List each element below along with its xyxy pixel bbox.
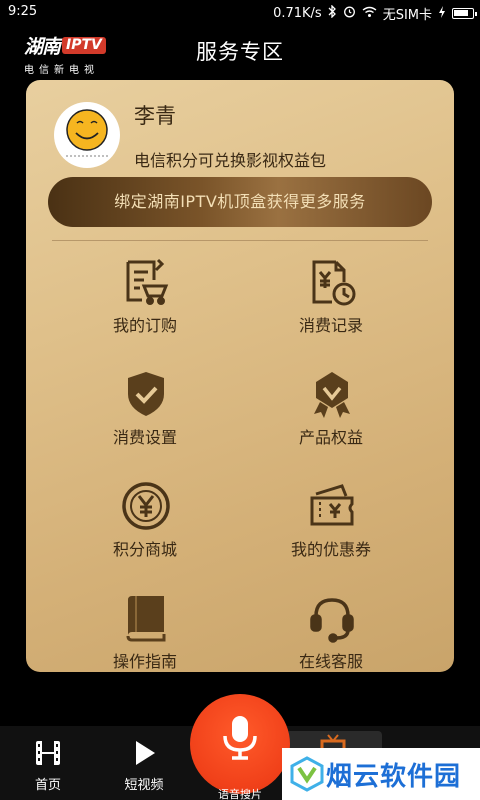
- service-card: 李青 电信积分可兑换影视权益包 绑定湖南IPTV机顶盒获得更多服务 我的订购 消…: [26, 80, 454, 672]
- sim-status: 无SIM卡: [382, 8, 432, 23]
- status-icons: 0.71K/s 无SIM卡: [273, 4, 477, 23]
- voice-search-button[interactable]: [190, 694, 290, 794]
- divider: [52, 240, 428, 241]
- status-time: 9:25: [8, 4, 38, 19]
- app-screen: 9:25 0.71K/s 无SIM卡 湖南 IPTV 电信新电视 服务专区 李青…: [0, 0, 480, 800]
- film-icon: [33, 738, 63, 768]
- charging-icon: [438, 5, 446, 22]
- header: 湖南 IPTV 电信新电视 服务专区: [0, 24, 480, 76]
- nav-short-video[interactable]: 短视频: [96, 726, 192, 800]
- grid-label: 在线客服: [298, 652, 363, 671]
- page-title: 服务专区: [196, 40, 284, 64]
- status-bar: 9:25 0.71K/s 无SIM卡: [0, 0, 480, 24]
- network-speed: 0.71K/s: [273, 6, 322, 21]
- yen-coin-icon: [120, 480, 172, 532]
- grid-label: 积分商城: [112, 540, 177, 559]
- grid-label: 操作指南: [112, 652, 177, 671]
- grid-my-coupons[interactable]: 我的优惠券: [256, 480, 406, 570]
- grid-online-service[interactable]: 在线客服: [256, 592, 406, 682]
- avatar[interactable]: [54, 102, 120, 168]
- headset-icon: [306, 592, 358, 644]
- grid-points-mall[interactable]: 积分商城: [70, 480, 220, 570]
- consumption-record-icon: [306, 256, 358, 308]
- nav-label: 首页: [34, 778, 61, 793]
- grid-label: 我的订购: [112, 316, 177, 335]
- grid-label: 消费记录: [298, 316, 363, 335]
- grid-consumption-settings[interactable]: 消费设置: [70, 368, 220, 458]
- grid-my-orders[interactable]: 我的订购: [70, 256, 220, 346]
- medal-badge-icon: [306, 368, 358, 420]
- user-name: 李青: [134, 104, 176, 128]
- coupon-wallet-icon: [306, 480, 358, 532]
- voice-search-label: 语音搜片: [218, 788, 262, 800]
- watermark-text: 烟云软件园: [326, 762, 462, 792]
- grid-label: 产品权益: [298, 428, 363, 447]
- grid-user-guide[interactable]: 操作指南: [70, 592, 220, 682]
- play-icon: [129, 738, 159, 768]
- wifi-icon: [362, 6, 377, 22]
- alarm-icon: [343, 5, 356, 22]
- shopping-list-icon: [120, 256, 172, 308]
- bluetooth-icon: [328, 4, 337, 22]
- grid-label: 消费设置: [112, 428, 177, 447]
- grid-consumption-record[interactable]: 消费记录: [256, 256, 406, 346]
- book-icon: [120, 592, 172, 644]
- grid-label: 我的优惠券: [290, 540, 371, 559]
- shield-check-icon: [120, 368, 172, 420]
- grid-product-rights[interactable]: 产品权益: [256, 368, 406, 458]
- bind-stb-button[interactable]: 绑定湖南IPTV机顶盒获得更多服务: [48, 177, 432, 227]
- microphone-icon: [220, 714, 260, 768]
- nav-label: 短视频: [124, 778, 164, 793]
- watermark-logo-icon: [290, 756, 324, 796]
- nav-home[interactable]: 首页: [0, 726, 96, 800]
- user-description: 电信积分可兑换影视权益包: [134, 151, 327, 170]
- battery-icon: [452, 8, 477, 19]
- watermark: 烟云软件园: [282, 748, 480, 800]
